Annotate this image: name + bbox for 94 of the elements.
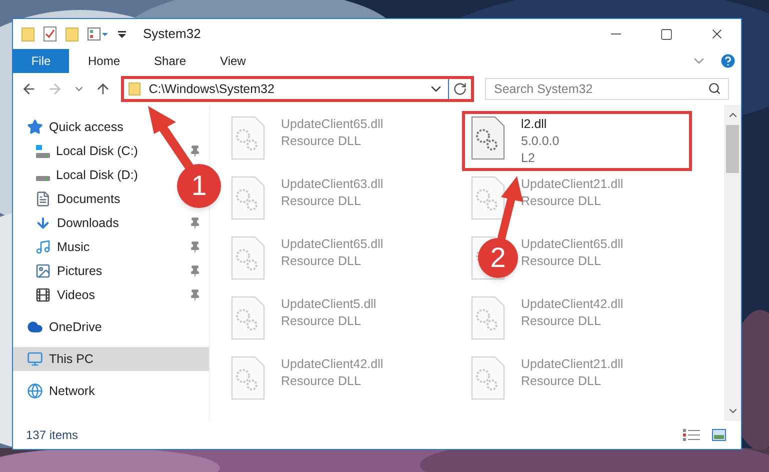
nav-item[interactable]: Videos [13, 283, 209, 307]
document-icon [35, 191, 51, 207]
dll-file-icon [231, 236, 265, 280]
drive-icon [36, 176, 50, 180]
nav-item[interactable]: Local Disk (C:) [13, 139, 209, 163]
music-note-icon [35, 239, 51, 255]
properties-icon [43, 26, 57, 42]
highlighted-file-tile[interactable]: l2.dll 5.0.0.0 L2 [462, 111, 692, 171]
file-name: l2.dll [521, 116, 548, 133]
nav-item[interactable]: Music [13, 235, 209, 259]
monitor-icon [27, 351, 43, 367]
nav-label: Pictures [57, 262, 104, 280]
large-icons-view-icon[interactable] [712, 429, 726, 441]
search-field[interactable]: Search System32 [485, 78, 729, 100]
back-icon[interactable] [21, 81, 37, 97]
file-name: UpdateClient65.dll [281, 236, 384, 253]
dll-file-icon [471, 296, 505, 340]
dll-file-icon [231, 176, 265, 220]
ribbon-tab[interactable]: View [205, 49, 261, 73]
pin-icon [189, 241, 201, 253]
file-tab[interactable]: File [13, 49, 69, 73]
window-title: System32 [143, 25, 202, 44]
file-type: Resource DLL [281, 193, 362, 210]
file-name: UpdateClient5.dll [281, 296, 376, 313]
file-name: UpdateClient65.dll [521, 236, 624, 253]
nav-label: Local Disk (C:) [56, 142, 139, 160]
nav-label: This PC [49, 350, 94, 368]
nav-label: Music [57, 238, 91, 256]
nav-item[interactable]: Documents [13, 187, 128, 211]
file-type: Resource DLL [281, 133, 362, 150]
nav-item[interactable]: Downloads [13, 211, 209, 235]
file-name: UpdateClient65.dll [281, 116, 384, 133]
nav-label: Network [49, 382, 95, 400]
new-folder-icon [65, 26, 79, 42]
dll-file-icon [471, 176, 505, 220]
file-version: 5.0.0.0 [521, 133, 560, 150]
nav-label: Videos [57, 286, 96, 304]
scrollbar[interactable] [724, 105, 741, 421]
dll-file-icon [231, 356, 265, 400]
nav-item[interactable]: Pictures [13, 259, 209, 283]
help-icon[interactable] [719, 52, 737, 70]
address-bar[interactable]: C:\Windows\System32 [120, 76, 474, 102]
star-icon [27, 119, 43, 135]
file-type: Resource DLL [521, 253, 602, 270]
customize-toolbar-icon [117, 28, 127, 40]
nav-item[interactable]: Local Disk (D:) [13, 163, 146, 187]
nav-label: Quick access [49, 118, 124, 136]
scroll-thumb[interactable] [726, 125, 739, 173]
file-type: Resource DLL [281, 253, 362, 270]
pin-icon [189, 217, 201, 229]
pin-icon [189, 289, 201, 301]
pin-icon [189, 265, 201, 277]
file-name: UpdateClient42.dll [521, 296, 624, 313]
file-type: Resource DLL [521, 193, 602, 210]
maximize-icon[interactable] [660, 28, 673, 40]
nav-label: Local Disk (D:) [56, 166, 138, 184]
download-icon [35, 215, 51, 231]
nav-label: Documents [57, 190, 120, 208]
dll-file-icon [471, 356, 505, 400]
nav-item[interactable]: This PC [13, 347, 209, 371]
address-path: C:\Windows\System32 [148, 80, 276, 98]
picture-icon [35, 263, 51, 279]
file-company: L2 [521, 150, 536, 167]
nav-item[interactable]: Quick access [13, 115, 132, 139]
network-icon [27, 383, 43, 399]
nav-item[interactable]: Network [13, 379, 103, 403]
search-icon [708, 82, 721, 95]
folder-icon [128, 82, 141, 96]
film-icon [35, 287, 51, 303]
drive-icon [36, 144, 50, 158]
file-type: Resource DLL [521, 373, 602, 390]
item-count: 137 items [26, 427, 80, 444]
ribbon-tab[interactable]: Share [139, 49, 202, 73]
file-type: Resource DLL [521, 313, 602, 330]
pin-icon [189, 145, 201, 157]
refresh-icon[interactable] [453, 82, 467, 96]
file-name: UpdateClient63.dll [281, 176, 384, 193]
nav-label: OneDrive [49, 318, 102, 336]
details-view-icon[interactable] [683, 429, 700, 441]
dll-file-icon [231, 116, 265, 160]
ribbon-tab[interactable]: Home [73, 49, 136, 73]
file-type: Resource DLL [281, 313, 362, 330]
folder-icon [21, 26, 35, 42]
nav-item[interactable]: OneDrive [13, 315, 110, 339]
view-options-icon [87, 27, 109, 41]
cloud-icon [27, 319, 43, 335]
file-type: Resource DLL [281, 373, 362, 390]
dll-file-icon [231, 296, 265, 340]
file-name: UpdateClient42.dll [281, 356, 384, 373]
file-name: UpdateClient21.dll [521, 176, 624, 193]
nav-label: Downloads [57, 214, 120, 232]
up-icon[interactable] [94, 81, 111, 97]
file-name: UpdateClient21.dll [521, 356, 624, 373]
dll-file-icon [471, 116, 505, 160]
